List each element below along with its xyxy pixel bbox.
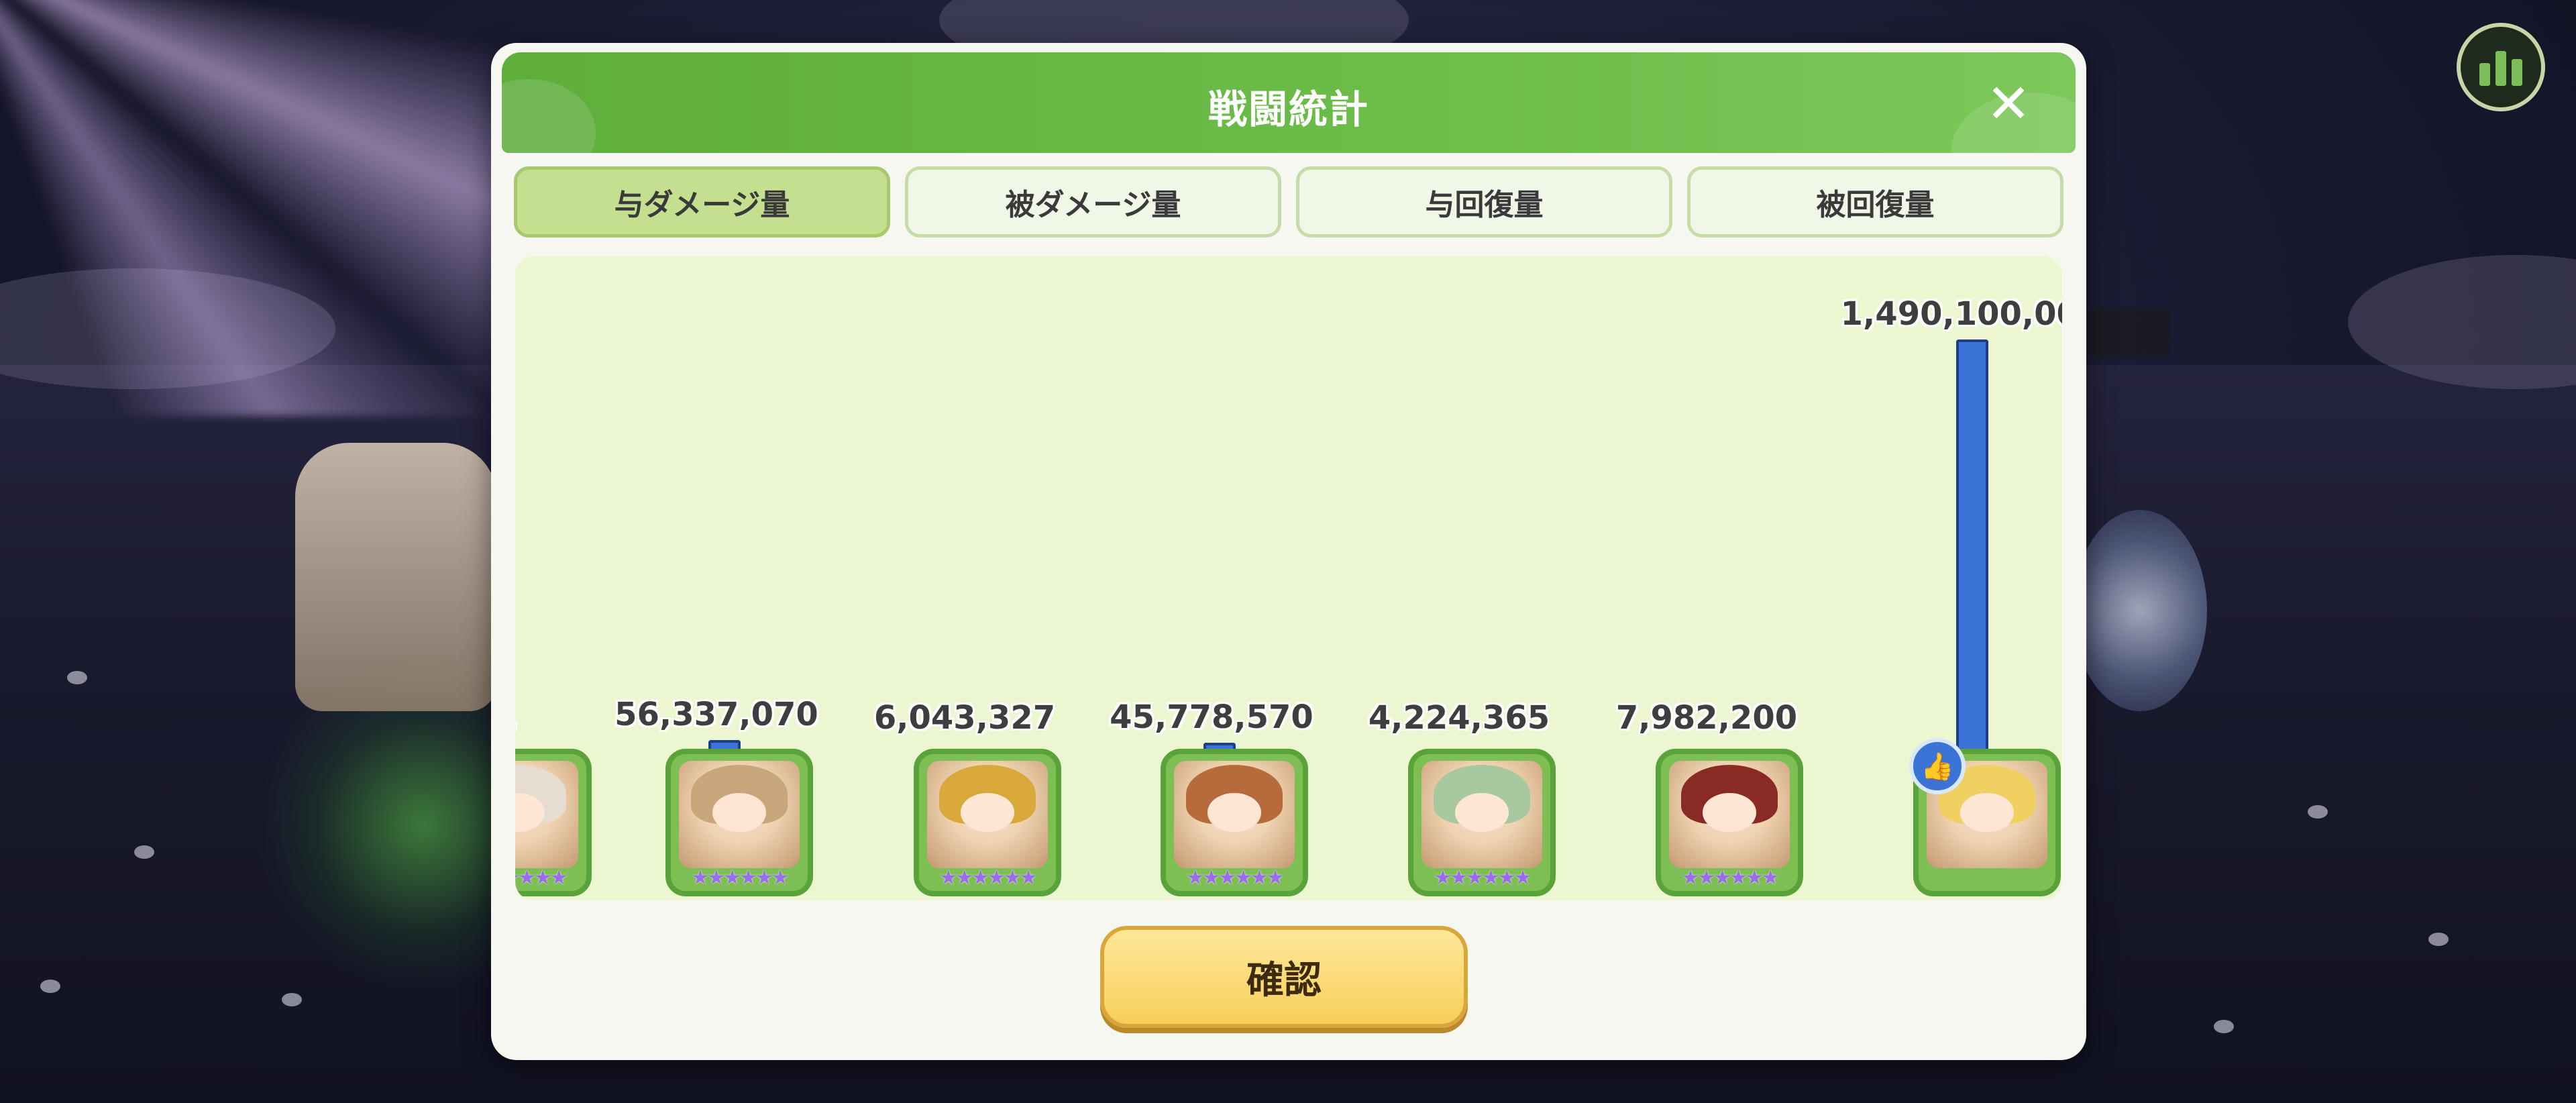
dialog-title: 戦闘統計	[1208, 87, 1369, 132]
tab-healing-done[interactable]: 与回復量	[1296, 166, 1672, 238]
character-portrait[interactable]: ★★★★★★	[665, 749, 813, 896]
character-face	[1208, 793, 1261, 832]
damage-value-label: 6,043,327	[873, 699, 1056, 737]
close-icon: ✕	[1986, 72, 2031, 135]
battle-stats-dialog: 戦闘統計 ✕ 与ダメージ量 被ダメージ量 与回復量 被回復量 91★★★★★★5…	[491, 43, 2086, 1060]
background-flower	[134, 845, 154, 859]
chart-unit: 91★★★★★★	[515, 256, 616, 900]
chart-unit: 45,778,570 ★★★★★★	[1110, 256, 1332, 900]
character-face	[1960, 793, 2014, 832]
character-face	[961, 793, 1014, 832]
bar-chart-icon	[2479, 63, 2490, 86]
chart-unit: 7,982,200 ★★★★★★	[1616, 256, 1827, 900]
character-image	[1421, 761, 1542, 868]
thumbs-up-icon: 👍	[1909, 738, 1966, 794]
character-image	[1669, 761, 1790, 868]
character-portrait[interactable]: ★★★★★★	[1161, 749, 1308, 896]
tab-healing-received[interactable]: 被回復量	[1687, 166, 2063, 238]
bar-chart-icon-bar	[2512, 59, 2522, 86]
chart-unit: 4,224,365 ★★★★★★	[1368, 256, 1580, 900]
character-portrait[interactable]: ★★★★★★	[1656, 749, 1803, 896]
character-portrait[interactable]: 👍	[1909, 738, 2061, 896]
background-flower	[2428, 933, 2449, 946]
character-portrait[interactable]: ★★★★★★	[515, 749, 592, 896]
bar-chart-icon-bar	[2496, 51, 2506, 86]
background-flower	[40, 980, 60, 993]
star-rating: ★★★★★★	[939, 866, 1037, 890]
star-rating: ★★★★★★	[1681, 866, 1779, 890]
background-flower	[67, 671, 87, 684]
damage-chart[interactable]: 91★★★★★★56,337,070★★★★★★6,043,327★★★★★★4…	[515, 256, 2062, 900]
background-flower	[282, 993, 302, 1006]
star-rating: ★★★★★★	[1186, 866, 1284, 890]
character-portrait[interactable]: ★★★★★★	[914, 749, 1061, 896]
character-face	[712, 793, 766, 832]
character-image	[515, 761, 578, 868]
tab-damage-dealt[interactable]: 与ダメージ量	[514, 166, 890, 238]
tab-damage-taken[interactable]: 被ダメージ量	[905, 166, 1281, 238]
damage-value-label: 56,337,070	[614, 696, 818, 733]
damage-value-label: 1,490,100,000	[1840, 295, 2062, 333]
background-flower	[2308, 805, 2328, 819]
damage-bar	[1956, 339, 1988, 755]
star-rating: ★★★★★★	[515, 866, 568, 890]
stats-button[interactable]	[2457, 23, 2545, 111]
chart-unit: 6,043,327 ★★★★★★	[874, 256, 1085, 900]
damage-value-label: 4,224,365	[1368, 699, 1550, 737]
star-rating: ★★★★★★	[691, 866, 789, 890]
background-flower	[2214, 1020, 2234, 1033]
chart-unit: 1,490,100,000 👍	[1841, 256, 2062, 900]
background-panel	[2080, 309, 2170, 357]
character-face	[1455, 793, 1509, 832]
damage-value-label: 45,778,570	[1110, 698, 1313, 736]
character-portrait[interactable]: ★★★★★★	[1408, 749, 1556, 896]
character-image	[927, 761, 1048, 868]
stats-tabs: 与ダメージ量 被ダメージ量 与回復量 被回復量	[514, 166, 2063, 238]
dialog-header: 戦闘統計 ✕	[502, 52, 2076, 153]
background-light-rays	[0, 0, 550, 416]
damage-value-label: 7,982,200	[1615, 699, 1798, 737]
close-button[interactable]: ✕	[1982, 72, 2035, 135]
star-rating: ★★★★★★	[1434, 866, 1532, 890]
chart-unit: 56,337,070 ★★★★★★	[614, 256, 837, 900]
background-characters	[295, 443, 496, 711]
character-image	[679, 761, 800, 868]
character-image	[1174, 761, 1295, 868]
background-medal	[2073, 510, 2207, 711]
confirm-button[interactable]: 確認	[1100, 926, 1468, 1028]
character-face	[1703, 793, 1756, 832]
